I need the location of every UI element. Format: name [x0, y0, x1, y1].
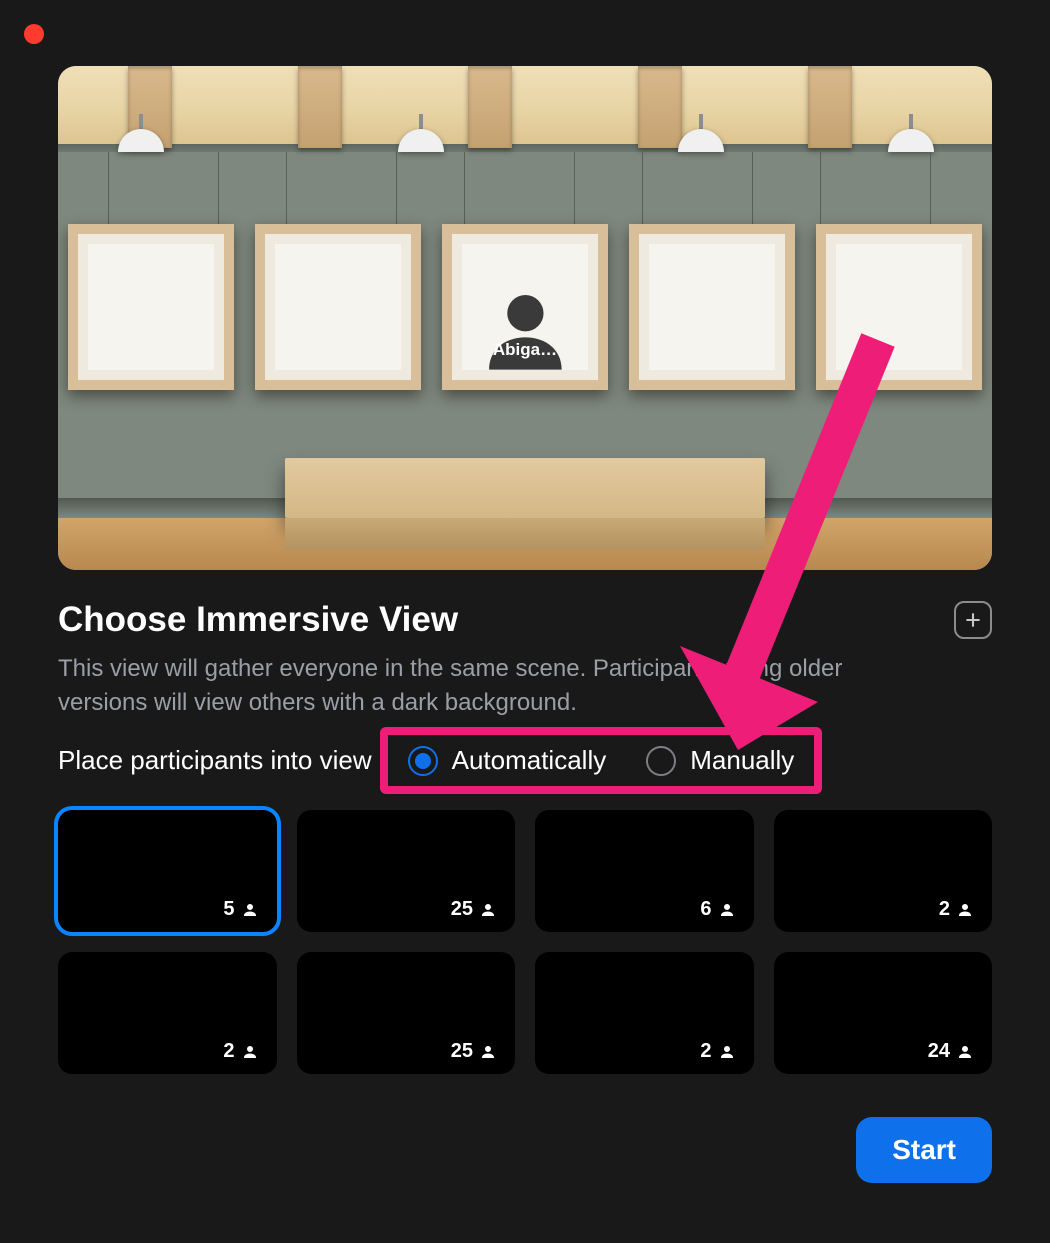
person-icon	[956, 901, 974, 919]
scene-capacity-badge: 6	[690, 895, 745, 924]
plus-icon	[963, 610, 983, 630]
recording-indicator-icon	[24, 24, 44, 44]
page-description: This view will gather everyone in the sa…	[58, 652, 938, 719]
scene-card-fireplace[interactable]: 2	[774, 810, 993, 932]
scene-capacity-count: 2	[700, 1040, 711, 1063]
avatar: Abiga…	[462, 244, 588, 370]
gallery-frame	[255, 224, 421, 390]
scene-capacity-badge: 2	[690, 1037, 745, 1066]
person-icon	[718, 901, 736, 919]
scene-grid: 5 25 6 2 2 25 2 24	[58, 810, 992, 1074]
scene-capacity-count: 2	[223, 1040, 234, 1063]
window-content: Abiga… Choose Immersive View This view w…	[58, 66, 992, 1183]
person-icon	[241, 901, 259, 919]
scene-card-cafe[interactable]: 2	[535, 952, 754, 1074]
scene-card-lobby[interactable]: 6	[535, 810, 754, 932]
scene-capacity-count: 6	[700, 898, 711, 921]
scene-capacity-count: 2	[939, 898, 950, 921]
placement-label: Place participants into view	[58, 745, 372, 776]
scene-capacity-count: 25	[451, 898, 473, 921]
add-custom-view-button[interactable]	[954, 601, 992, 639]
gallery-frame	[68, 224, 234, 390]
placement-option-label: Manually	[690, 745, 794, 776]
scene-card-kitchen[interactable]: 2	[58, 952, 277, 1074]
placement-options: Automatically Manually	[388, 735, 815, 786]
gallery-frame-self: Abiga…	[442, 224, 608, 390]
radio-icon	[408, 746, 438, 776]
placement-option-auto[interactable]: Automatically	[408, 745, 607, 776]
radio-icon	[646, 746, 676, 776]
gallery-frame	[816, 224, 982, 390]
person-icon	[479, 901, 497, 919]
scene-capacity-badge: 25	[441, 895, 507, 924]
placement-option-label: Automatically	[452, 745, 607, 776]
scene-card-classroom[interactable]: 25	[297, 952, 516, 1074]
scene-capacity-count: 24	[928, 1040, 950, 1063]
scene-capacity-badge: 25	[441, 1037, 507, 1066]
immersive-view-window: Abiga… Choose Immersive View This view w…	[0, 0, 1050, 1243]
start-button[interactable]: Start	[856, 1117, 992, 1183]
scene-card-auditorium[interactable]: 25	[297, 810, 516, 932]
person-icon	[956, 1043, 974, 1061]
dialog-footer: Start	[856, 1117, 992, 1183]
gallery-frame	[629, 224, 795, 390]
person-icon	[718, 1043, 736, 1061]
person-icon	[241, 1043, 259, 1061]
scene-capacity-count: 25	[451, 1040, 473, 1063]
person-icon	[479, 1043, 497, 1061]
page-title: Choose Immersive View	[58, 600, 458, 640]
placement-option-manual[interactable]: Manually	[646, 745, 794, 776]
scene-preview: Abiga…	[58, 66, 992, 570]
placement-row: Place participants into view Automatical…	[58, 735, 992, 786]
scene-capacity-badge: 2	[929, 895, 984, 924]
scene-capacity-badge: 24	[918, 1037, 984, 1066]
participant-name: Abiga…	[462, 340, 588, 360]
scene-capacity-badge: 2	[213, 1037, 268, 1066]
scene-capacity-badge: 5	[213, 895, 268, 924]
scene-capacity-count: 5	[223, 898, 234, 921]
scene-card-treehouse[interactable]: 24	[774, 952, 993, 1074]
scene-card-art-gallery[interactable]: 5	[58, 810, 277, 932]
